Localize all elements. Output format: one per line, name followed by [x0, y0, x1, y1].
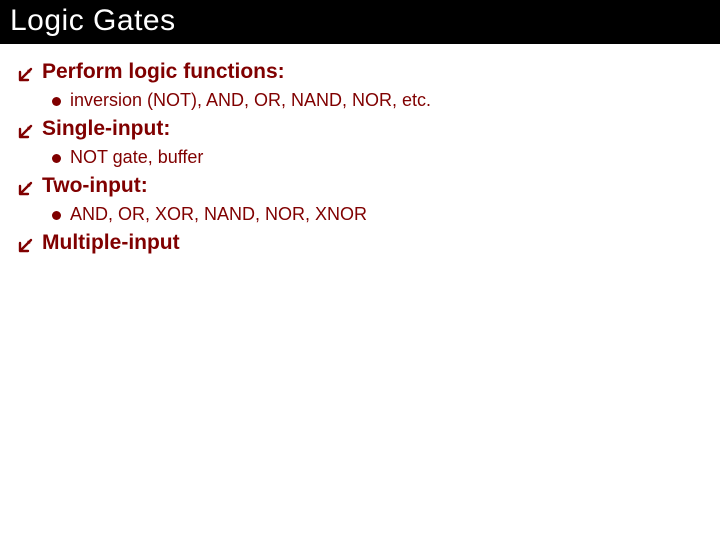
arrow-icon	[18, 180, 34, 196]
bullet-label: Multiple-input	[42, 231, 180, 255]
bullet-item: Two-input:	[18, 174, 702, 198]
sub-bullet-label: AND, OR, XOR, NAND, NOR, XNOR	[70, 204, 367, 225]
slide-content: Perform logic functions: inversion (NOT)…	[0, 44, 720, 255]
bullet-item: Perform logic functions:	[18, 60, 702, 84]
bullet-label: Single-input:	[42, 117, 170, 141]
bullet-item: Multiple-input	[18, 231, 702, 255]
bullet-label: Perform logic functions:	[42, 60, 285, 84]
dot-icon	[52, 211, 61, 220]
sub-bullet-label: NOT gate, buffer	[70, 147, 203, 168]
dot-icon	[52, 154, 61, 163]
bullet-label: Two-input:	[42, 174, 148, 198]
sub-bullet-item: AND, OR, XOR, NAND, NOR, XNOR	[52, 204, 702, 225]
slide: Logic Gates Perform logic functions: inv…	[0, 0, 720, 540]
arrow-icon	[18, 237, 34, 253]
title-bar: Logic Gates	[0, 0, 720, 44]
slide-title: Logic Gates	[10, 4, 710, 38]
sub-bullet-item: inversion (NOT), AND, OR, NAND, NOR, etc…	[52, 90, 702, 111]
sub-bullet-label: inversion (NOT), AND, OR, NAND, NOR, etc…	[70, 90, 431, 111]
arrow-icon	[18, 66, 34, 82]
bullet-item: Single-input:	[18, 117, 702, 141]
dot-icon	[52, 97, 61, 106]
sub-bullet-item: NOT gate, buffer	[52, 147, 702, 168]
arrow-icon	[18, 123, 34, 139]
